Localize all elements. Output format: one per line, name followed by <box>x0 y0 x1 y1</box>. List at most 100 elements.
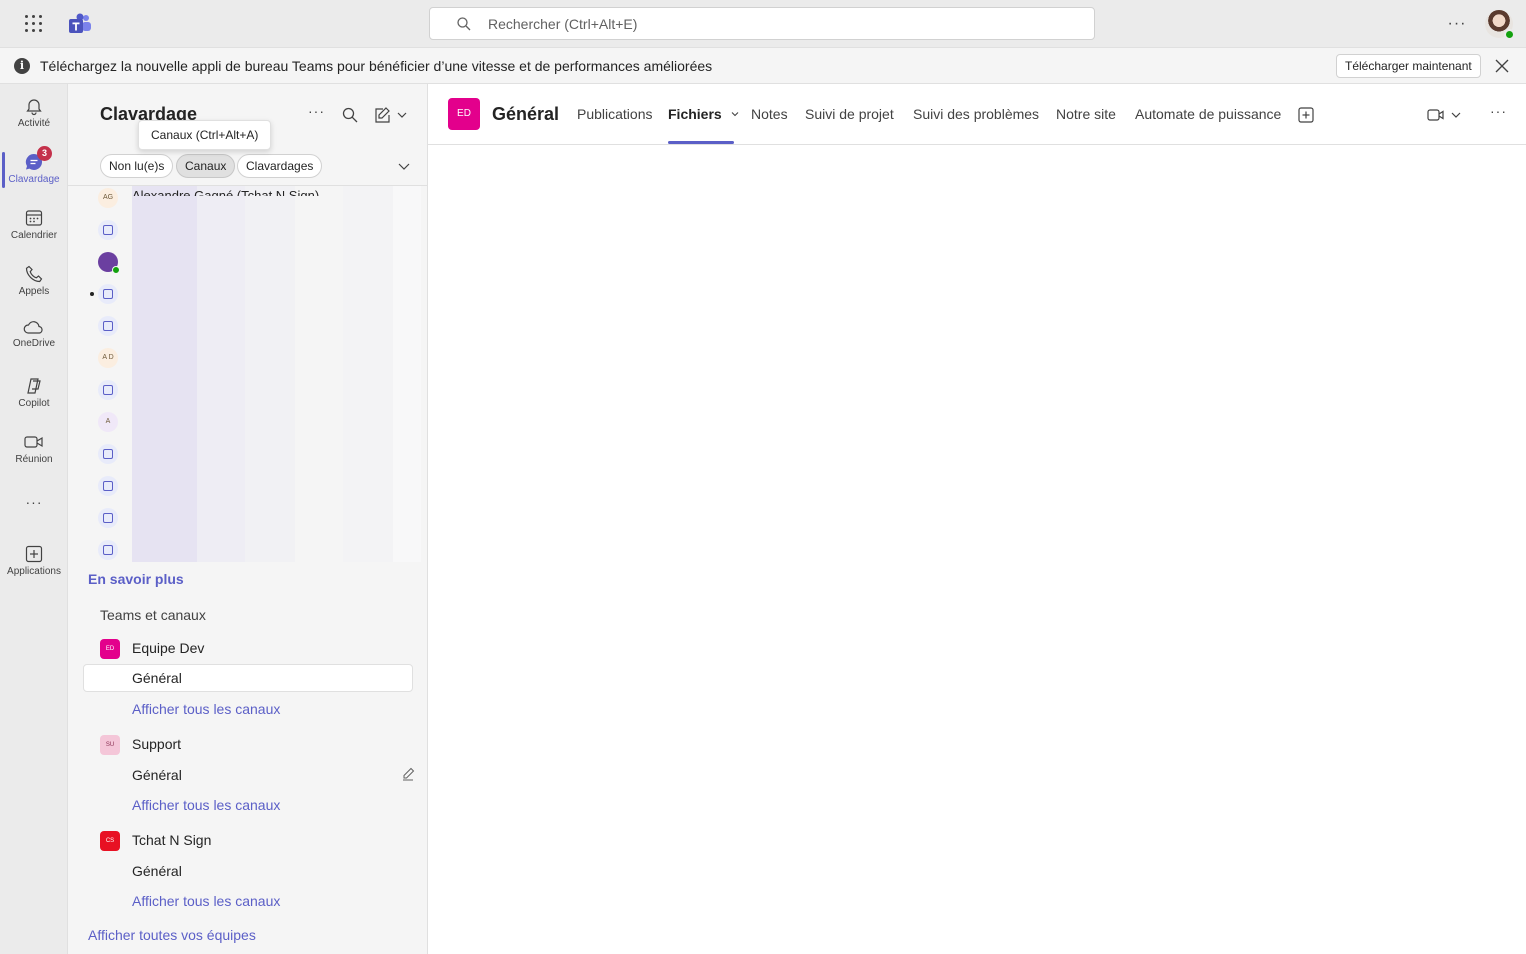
chat-item[interactable]: A <box>98 412 118 432</box>
learn-more-link[interactable]: En savoir plus <box>88 571 184 587</box>
channel-name: Général <box>132 767 182 783</box>
more-options-icon[interactable]: ··· <box>1447 14 1467 34</box>
add-tab-icon[interactable] <box>1297 106 1315 124</box>
channel-item-general[interactable]: Général <box>83 761 415 789</box>
search-input[interactable] <box>488 8 1068 39</box>
chat-item[interactable] <box>98 476 118 496</box>
chat-item[interactable] <box>98 316 118 336</box>
show-all-channels-link[interactable]: Afficher tous les canaux <box>132 797 280 813</box>
bell-icon <box>26 99 42 116</box>
chat-list: Alexandre Gagné (Tchat N Sign) AG A D A <box>68 186 428 562</box>
info-icon: i <box>14 58 30 74</box>
rail-item-chat[interactable]: 3 Clavardage <box>0 144 68 196</box>
show-all-channels-link[interactable]: Afficher tous les canaux <box>132 701 280 717</box>
search-icon <box>457 17 471 31</box>
redacted-block <box>197 186 245 562</box>
rail-item-apps[interactable]: Applications <box>0 536 68 588</box>
channel-icon <box>98 316 118 336</box>
channel-title: Général <box>492 104 560 124</box>
rail-item-label: OneDrive <box>12 338 56 349</box>
channel-item-general[interactable]: Général <box>83 664 413 692</box>
rail-item-label: Copilot <box>18 398 50 409</box>
video-icon <box>24 436 43 448</box>
avatar: AG <box>98 188 118 208</box>
more-options-icon[interactable]: ··· <box>308 103 326 121</box>
presence-available-icon <box>112 266 120 274</box>
search-icon[interactable] <box>341 106 359 124</box>
channel-view: ED Général Publications Fichiers Notes S… <box>428 84 1526 954</box>
rail-item-activity[interactable]: Activité <box>0 88 68 140</box>
tab-project-tracking[interactable]: Suivi de projet <box>805 106 894 122</box>
channel-icon <box>98 540 118 560</box>
update-banner: i Téléchargez la nouvelle appli de burea… <box>0 48 1526 84</box>
rail-item-label: Calendrier <box>10 230 58 241</box>
app-launcher-icon[interactable] <box>24 14 44 34</box>
more-apps-icon[interactable]: ··· <box>24 494 44 510</box>
tab-files[interactable]: Fichiers <box>668 106 740 122</box>
team-avatar: CS <box>100 831 120 851</box>
more-options-icon[interactable]: ··· <box>1490 103 1508 121</box>
team-name: Tchat N Sign <box>132 832 212 848</box>
redacted-block <box>245 186 295 562</box>
rail-item-onedrive[interactable]: OneDrive <box>0 312 68 364</box>
chat-item[interactable] <box>98 252 120 274</box>
phone-icon <box>25 265 43 283</box>
chat-item[interactable]: AG <box>98 188 118 208</box>
meet-video-icon[interactable] <box>1426 106 1464 124</box>
redacted-block <box>132 186 197 562</box>
filter-channels[interactable]: Canaux <box>176 154 236 178</box>
cloud-icon <box>23 321 43 334</box>
avatar <box>98 252 120 274</box>
tab-our-site[interactable]: Notre site <box>1056 106 1116 122</box>
unread-dot-icon <box>90 292 94 296</box>
rail-item-calendar[interactable]: Calendrier <box>0 200 68 252</box>
profile-avatar[interactable] <box>1485 10 1515 40</box>
channel-icon <box>98 508 118 528</box>
channel-icon <box>98 380 118 400</box>
copilot-icon <box>27 378 41 394</box>
search-box[interactable] <box>429 7 1095 40</box>
channel-icon <box>98 444 118 464</box>
rail-item-copilot[interactable]: Copilot <box>0 368 68 420</box>
rail-item-label: Activité <box>17 118 51 129</box>
show-all-channels-link[interactable]: Afficher tous les canaux <box>132 893 280 909</box>
section-title: Teams et canaux <box>100 607 206 623</box>
chat-item[interactable] <box>90 284 118 304</box>
rail-item-calls[interactable]: Appels <box>0 256 68 308</box>
teams-logo-icon <box>69 13 91 33</box>
tab-notes[interactable]: Notes <box>751 106 788 122</box>
tab-issue-tracking[interactable]: Suivi des problèmes <box>913 106 1039 122</box>
avatar: A D <box>98 348 118 368</box>
channel-icon <box>98 284 118 304</box>
download-now-button[interactable]: Télécharger maintenant <box>1336 54 1481 78</box>
active-tab-indicator <box>668 141 734 144</box>
channel-name: Général <box>132 863 182 879</box>
rail-item-meeting[interactable]: Réunion <box>0 424 68 476</box>
rail-item-label: Appels <box>18 286 50 297</box>
chat-item[interactable] <box>98 508 118 528</box>
team-name: Support <box>132 736 182 752</box>
redacted-block <box>343 186 393 562</box>
new-chat-icon[interactable] <box>373 106 409 124</box>
chat-item[interactable] <box>98 380 118 400</box>
banner-message: Téléchargez la nouvelle appli de bureau … <box>40 58 713 74</box>
filter-unread[interactable]: Non lu(e)s <box>100 154 174 178</box>
close-icon[interactable] <box>1494 58 1510 74</box>
chat-name: Alexandre Gagné (Tchat N Sign) <box>132 188 320 196</box>
show-all-teams-link[interactable]: Afficher toutes vos équipes <box>88 927 256 943</box>
chat-item[interactable] <box>98 444 118 464</box>
chevron-down-icon[interactable] <box>396 158 412 174</box>
chat-item[interactable] <box>98 220 118 240</box>
tab-power-automate[interactable]: Automate de puissance <box>1135 106 1281 122</box>
chat-item[interactable] <box>98 540 118 560</box>
tab-publications[interactable]: Publications <box>577 106 653 122</box>
team-avatar: ED <box>100 639 120 659</box>
channel-icon <box>98 476 118 496</box>
channel-item-general[interactable]: Général <box>83 857 413 885</box>
redacted-block <box>393 186 421 562</box>
rail-item-label: Clavardage <box>8 174 60 185</box>
rail-item-label: Réunion <box>15 454 53 465</box>
team-name: Equipe Dev <box>132 640 205 656</box>
chat-item[interactable]: A D <box>98 348 118 368</box>
filter-chats[interactable]: Clavardages <box>237 154 323 178</box>
